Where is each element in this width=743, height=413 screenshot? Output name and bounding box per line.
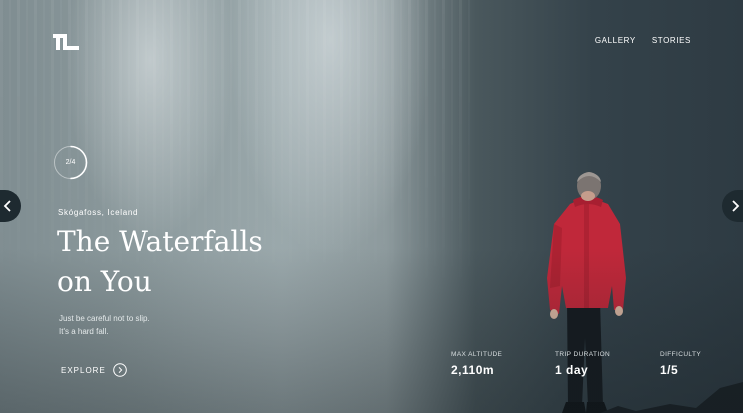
hero-slide: GALLERY STORIES 2/4 Skógafoss, Iceland T… — [0, 0, 743, 413]
hero-title-line: The Waterfalls — [57, 225, 263, 258]
stat-difficulty: DIFFICULTY 1/5 — [660, 351, 701, 377]
stat-value: 1 day — [555, 363, 589, 377]
stat-value: 2,110m — [451, 363, 495, 377]
hero-title: The Waterfalls on You — [57, 222, 337, 302]
explore-button[interactable]: EXPLORE — [61, 363, 127, 377]
stat-label: MAX ALTITUDE — [451, 351, 503, 358]
nav-item-gallery[interactable]: GALLERY — [595, 36, 636, 45]
hero-description: Just be careful not to slip. It's a hard… — [59, 313, 150, 338]
location-label: Skógafoss, Iceland — [58, 208, 139, 217]
slide-counter-text: 2/4 — [65, 159, 76, 166]
stat-trip-duration: TRIP DURATION 1 day — [555, 351, 610, 377]
chevron-left-icon — [3, 200, 11, 212]
stat-max-altitude: MAX ALTITUDE 2,110m — [451, 351, 502, 377]
stat-label: DIFFICULTY — [660, 351, 702, 358]
slide-counter: 2/4 — [53, 145, 88, 180]
nav-item-stories[interactable]: STORIES — [652, 36, 691, 45]
hero-description-line: It's a hard fall. — [59, 326, 109, 336]
vignette-overlay — [0, 0, 743, 413]
top-nav: GALLERY STORIES — [595, 36, 691, 45]
chevron-right-icon — [732, 200, 740, 212]
hero-description-line: Just be careful not to slip. — [59, 314, 150, 323]
stat-label: TRIP DURATION — [555, 351, 611, 358]
tl-logo-icon[interactable] — [53, 34, 79, 50]
hero-title-line: on You — [57, 265, 152, 298]
explore-label: EXPLORE — [61, 365, 106, 375]
stat-value: 1/5 — [660, 363, 679, 377]
chevron-right-circle-icon — [112, 363, 127, 377]
